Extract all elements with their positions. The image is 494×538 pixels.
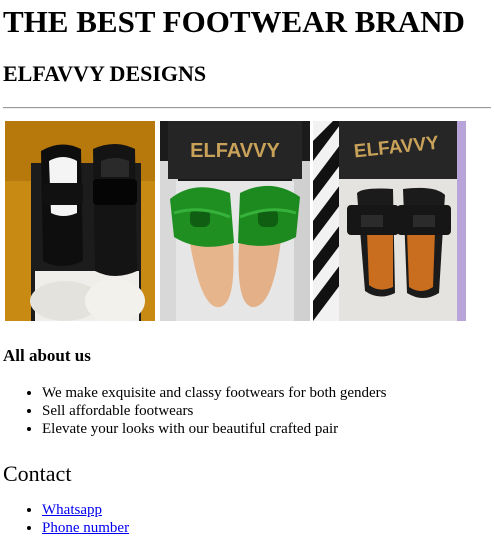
list-item: Elevate your looks with our beautiful cr… xyxy=(42,420,491,438)
page: THE BEST FOOTWEAR BRAND ELFAVVY DESIGNS xyxy=(0,0,494,537)
phone-number-link[interactable]: Phone number xyxy=(42,520,129,536)
list-item: Whatsapp xyxy=(42,501,491,519)
brand-subtitle: ELFAVVY DESIGNS xyxy=(3,61,207,86)
product-photo-green-slides: ELFAVVY xyxy=(160,121,310,321)
about-heading: All about us xyxy=(3,346,91,365)
divider xyxy=(3,107,491,109)
list-item: We make exquisite and classy footwears f… xyxy=(42,384,491,402)
box-brand-text: ELFAVVY xyxy=(190,140,280,162)
list-item: Sell affordable footwears xyxy=(42,402,491,420)
whatsapp-link[interactable]: Whatsapp xyxy=(42,502,102,518)
product-photo-black-h-slides: ELFAVVY xyxy=(313,121,466,321)
contact-heading: Contact xyxy=(3,461,72,486)
contact-links: Whatsapp Phone number xyxy=(3,501,491,537)
page-title: THE BEST FOOTWEAR BRAND xyxy=(3,4,465,39)
list-item: Phone number xyxy=(42,519,491,537)
about-list: We make exquisite and classy footwears f… xyxy=(3,384,491,438)
product-photo-black-slides xyxy=(5,121,155,321)
product-gallery: ELFAVVY ELFAVVY xyxy=(3,121,491,321)
